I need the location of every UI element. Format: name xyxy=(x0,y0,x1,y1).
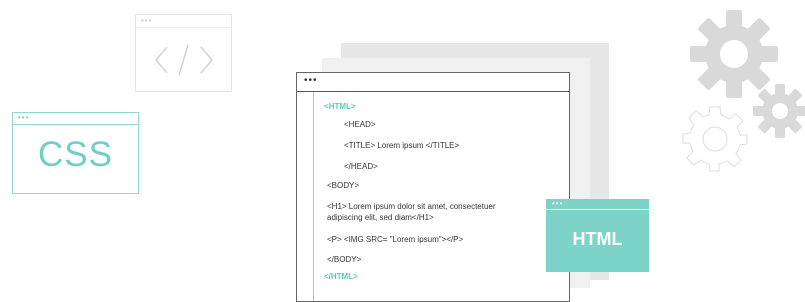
code-line: <TITLE> Lorem ipsum </TITLE> xyxy=(344,141,460,150)
code-line: </BODY> xyxy=(327,255,362,264)
window-titlebar: ••• xyxy=(13,113,138,125)
code-line: adipiscing elit, sed diam</H1> xyxy=(327,213,434,222)
window-dots: ••• xyxy=(141,16,153,25)
window-dots: ••• xyxy=(18,113,30,122)
html-label: HTML xyxy=(572,229,623,249)
window-dots: ••• xyxy=(304,75,318,86)
code-line: </HTML> xyxy=(324,272,358,281)
code-line: <BODY> xyxy=(327,181,360,190)
css-window: ••• CSS xyxy=(12,112,139,194)
code-line: <P> <IMG SRC= "Lorem ipsum"></P> xyxy=(327,235,464,244)
window-titlebar: ••• xyxy=(546,199,649,210)
code-line: <H1> Lorem ipsum dolor sit amet, consect… xyxy=(327,202,496,211)
gear-icon xyxy=(752,83,805,139)
code-line: <HTML> xyxy=(324,102,356,111)
gear-outline-icon xyxy=(680,104,750,174)
line-gutter xyxy=(313,92,314,301)
html-code-window: ••• <HTML> <HEAD> <TITLE> Lorem ipsum </… xyxy=(296,72,570,302)
window-dots: ••• xyxy=(552,199,564,208)
css-label: CSS xyxy=(38,135,113,174)
code-line: <HEAD> xyxy=(344,120,376,129)
code-brackets-icon xyxy=(155,44,213,76)
window-titlebar: ••• xyxy=(297,73,569,92)
code-line: </HEAD> xyxy=(344,162,378,171)
window-titlebar: ••• xyxy=(136,15,231,28)
code-window-icon: ••• xyxy=(135,14,232,92)
html-badge: ••• HTML xyxy=(546,199,649,272)
